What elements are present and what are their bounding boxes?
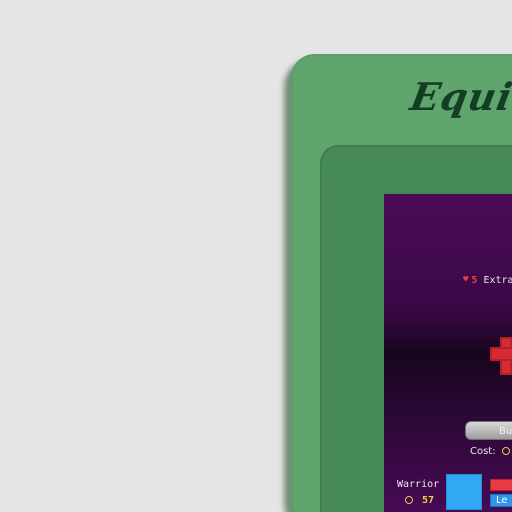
level-bar: Le — [490, 494, 512, 507]
level-label: Le — [496, 495, 508, 506]
health-cross-icon — [490, 337, 512, 375]
gold-value: 57 — [422, 495, 435, 506]
coin-icon — [405, 496, 413, 504]
item-stat-row: ♥ 5 Extra — [463, 275, 512, 286]
cost-label: Cost: — [470, 446, 496, 457]
buy-button[interactable]: Bu — [465, 421, 512, 440]
panel-title: Equi — [407, 74, 512, 119]
cost-row: Cost: 1 — [470, 446, 512, 457]
health-cross-horizontal — [490, 347, 512, 361]
heart-icon: ♥ — [463, 275, 469, 285]
game-stage: Equi ♥ 5 Extra Bu Cost: 1 Warrior 57 Le — [0, 0, 512, 512]
stat-label: Extra — [483, 275, 512, 286]
buy-button-label: Bu — [499, 426, 512, 437]
health-bar — [490, 479, 512, 491]
hero-name: Warrior — [397, 479, 440, 490]
gold-row: 57 — [405, 495, 434, 506]
hero-portrait — [446, 474, 482, 510]
coin-icon — [501, 447, 510, 455]
stat-value: 5 — [471, 275, 478, 286]
